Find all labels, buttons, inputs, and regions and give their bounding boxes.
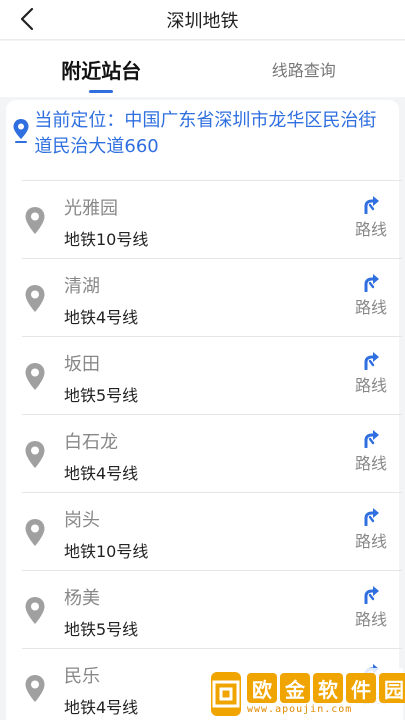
map-pin-icon: [25, 597, 45, 624]
chevron-left-icon: [20, 7, 34, 31]
route-label: 路线: [354, 376, 387, 395]
station-row[interactable]: 岗头地铁10号线 路线: [6, 492, 399, 570]
route-turn-icon: [364, 196, 379, 214]
tab-label: 线路查询: [271, 61, 336, 80]
station-row[interactable]: 杨美地铁5号线 路线: [6, 570, 399, 648]
station-line: 地铁5号线: [64, 386, 139, 405]
route-turn-icon: [364, 352, 379, 370]
location-pin-icon: [13, 119, 29, 143]
station-row[interactable]: 清湖地铁4号线 路线: [6, 258, 399, 336]
page-title: 深圳地铁: [166, 10, 239, 32]
route-turn-icon: [364, 508, 379, 526]
tab-nearby-stations[interactable]: 附近站台: [0, 41, 203, 97]
route-turn-icon: [364, 274, 379, 292]
station-name: 白石龙: [64, 432, 118, 453]
map-pin-icon: [25, 207, 45, 234]
current-location-text: 当前定位：中国广东省深圳市龙华区民治街道民治大道660: [34, 110, 377, 157]
route-button[interactable]: 路线: [351, 428, 391, 478]
back-button[interactable]: [14, 6, 40, 32]
watermark-char: 件: [346, 673, 376, 703]
map-pin-icon: [25, 363, 45, 390]
map-pin-icon: [25, 519, 45, 546]
tab-label: 附近站台: [61, 58, 142, 83]
route-button[interactable]: 路线: [351, 350, 391, 400]
watermark-char: 欧: [247, 673, 277, 703]
tab-bar: 附近站台 线路查询: [0, 41, 405, 97]
tab-line-search[interactable]: 线路查询: [203, 41, 405, 97]
route-button[interactable]: 路线: [351, 194, 391, 244]
station-name: 光雅园: [64, 198, 118, 219]
route-button[interactable]: 路线: [351, 272, 391, 322]
station-line: 地铁10号线: [64, 230, 149, 249]
watermark-url: www.apoujin.com: [247, 704, 353, 715]
station-name: 杨美: [64, 588, 100, 609]
station-line: 地铁5号线: [64, 620, 139, 639]
station-name: 清湖: [64, 276, 100, 297]
route-label: 路线: [354, 298, 387, 317]
watermark-logo-icon: [211, 672, 241, 716]
top-bar: 深圳地铁: [0, 0, 405, 40]
active-tab-indicator: [89, 90, 114, 93]
watermark: 欧金软件园 www.apoujin.com: [207, 668, 405, 720]
current-location: 当前定位：中国广东省深圳市龙华区民治街道民治大道660: [12, 104, 392, 182]
station-line: 地铁10号线: [64, 542, 149, 561]
station-line: 地铁4号线: [64, 698, 139, 717]
station-name: 坂田: [64, 354, 100, 375]
station-name: 民乐: [64, 666, 100, 687]
watermark-char: 金: [280, 673, 310, 703]
route-label: 路线: [354, 610, 387, 629]
station-line: 地铁4号线: [64, 308, 139, 327]
station-row[interactable]: 白石龙地铁4号线 路线: [6, 414, 399, 492]
station-row[interactable]: 光雅园地铁10号线 路线: [6, 180, 399, 258]
map-pin-icon: [25, 441, 45, 468]
route-label: 路线: [354, 220, 387, 239]
route-turn-icon: [364, 430, 379, 448]
map-pin-icon: [25, 675, 45, 702]
watermark-char: 软: [313, 673, 343, 703]
route-label: 路线: [354, 532, 387, 551]
station-row[interactable]: 坂田地铁5号线 路线: [6, 336, 399, 414]
watermark-char: 园: [379, 673, 405, 703]
route-button[interactable]: 路线: [351, 584, 391, 634]
station-name: 岗头: [64, 510, 100, 531]
route-turn-icon: [364, 586, 379, 604]
route-label: 路线: [354, 454, 387, 473]
map-pin-icon: [25, 285, 45, 312]
station-line: 地铁4号线: [64, 464, 139, 483]
station-list-card: 当前定位：中国广东省深圳市龙华区民治街道民治大道660 光雅园 地铁10号线 路线清…: [6, 100, 402, 720]
route-button[interactable]: 路线: [351, 506, 391, 556]
